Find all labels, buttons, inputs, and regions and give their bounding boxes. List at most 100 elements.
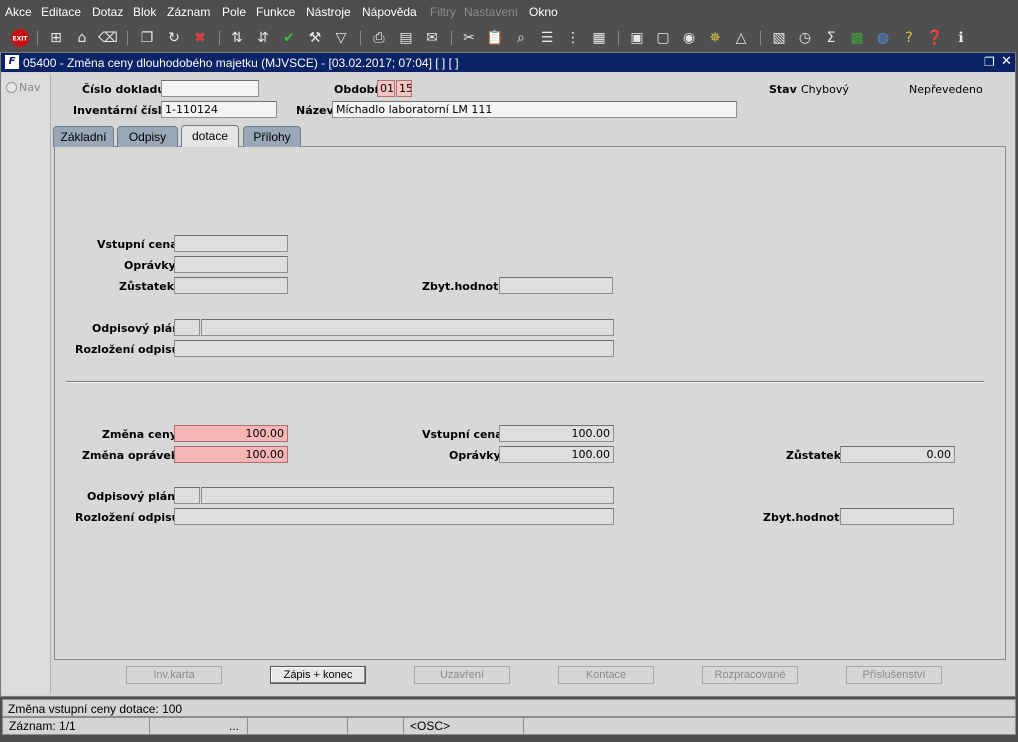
- tab-prilohy[interactable]: Přílohy: [243, 126, 301, 147]
- menu-funkce[interactable]: Funkce: [256, 5, 295, 19]
- lower-zbyt-hodnota-field[interactable]: [840, 508, 954, 525]
- lower-zustatek-label: Zůstatek: [786, 449, 842, 462]
- uzavreni-button[interactable]: Uzavření: [414, 666, 510, 684]
- menu-akce[interactable]: Akce: [5, 5, 32, 19]
- print-preview-icon[interactable]: ▤: [396, 28, 416, 48]
- zmena-ceny-field[interactable]: 100.00: [174, 425, 288, 442]
- status-record: Záznam: 1/1: [3, 718, 150, 734]
- add-record-icon[interactable]: ⊞: [46, 28, 66, 48]
- zapis-konec-button[interactable]: Zápis + konec: [270, 666, 366, 684]
- paste-icon[interactable]: 📋: [485, 28, 505, 48]
- delete-icon[interactable]: ✖: [190, 28, 210, 48]
- zustatek-field[interactable]: [174, 277, 288, 294]
- nazev-field[interactable]: Míchadlo laboratorní LM 111: [332, 101, 737, 118]
- list-icon[interactable]: ☰: [537, 28, 557, 48]
- section-divider: [66, 381, 984, 383]
- sum-icon[interactable]: Σ: [821, 28, 841, 48]
- lower-rozlozeni-field[interactable]: [174, 508, 614, 525]
- status-cell-empty: [248, 718, 348, 734]
- close-icon[interactable]: ✕: [1001, 54, 1012, 69]
- lower-odpisovy-plan-name-field[interactable]: [201, 487, 614, 504]
- lower-opravky-field[interactable]: 100.00: [499, 446, 614, 463]
- calculator-icon[interactable]: ▦: [589, 28, 609, 48]
- menu-editace[interactable]: Editace: [41, 5, 81, 19]
- copy-icon[interactable]: ❐: [137, 28, 157, 48]
- tree-icon[interactable]: ⋮: [563, 28, 583, 48]
- zustatek-label: Zůstatek: [119, 280, 175, 293]
- prislusenstvi-button[interactable]: Příslušenství: [846, 666, 942, 684]
- tab-dotace[interactable]: dotace: [181, 125, 239, 147]
- clock-icon[interactable]: ◷: [795, 28, 815, 48]
- menu-zaznam[interactable]: Záznam: [167, 5, 210, 19]
- menu-pole[interactable]: Pole: [222, 5, 246, 19]
- obdobi-month-field[interactable]: 01: [377, 80, 395, 97]
- menu-blok[interactable]: Blok: [133, 5, 156, 19]
- obdobi-year-field[interactable]: 15: [396, 80, 412, 97]
- cislo-dokladu-label: Číslo dokladu: [82, 83, 166, 96]
- toolbar-separator: [618, 31, 619, 45]
- cislo-dokladu-field[interactable]: [161, 80, 259, 97]
- excel-icon[interactable]: ▩: [847, 28, 867, 48]
- chart-icon[interactable]: ▧: [769, 28, 789, 48]
- rozlozeni-label: Rozložení odpisů: [75, 343, 180, 356]
- prevod-status: Nepřevedeno: [909, 83, 983, 96]
- window-titlebar[interactable]: F 05400 - Změna ceny dlouhodobého majetk…: [1, 53, 1015, 72]
- odpisovy-plan-name-field[interactable]: [201, 319, 614, 336]
- menu-filtry[interactable]: Filtry: [430, 5, 456, 19]
- toolbar-separator: [360, 31, 361, 45]
- save-icon[interactable]: ⌂: [72, 28, 92, 48]
- globe-icon[interactable]: ◉: [679, 28, 699, 48]
- sort-asc-icon[interactable]: ⇅: [227, 28, 247, 48]
- rozlozeni-field[interactable]: [174, 340, 614, 357]
- window-title: 05400 - Změna ceny dlouhodobého majetku …: [23, 56, 459, 70]
- menu-okno[interactable]: Okno: [529, 5, 558, 19]
- exit-icon[interactable]: EXIT: [10, 28, 30, 48]
- lower-rozlozeni-label: Rozložení odpisů: [75, 511, 180, 524]
- lower-zustatek-field[interactable]: 0.00: [840, 446, 955, 463]
- zmena-opravek-field[interactable]: 100.00: [174, 446, 288, 463]
- opravky-field[interactable]: [174, 256, 288, 273]
- lower-odpisovy-plan-code-field[interactable]: [174, 487, 200, 504]
- app-logo-icon: F: [5, 55, 19, 69]
- help-icon[interactable]: ?: [899, 28, 919, 48]
- nav-radio[interactable]: [6, 82, 17, 93]
- lower-zbyt-hodnota-label: Zbyt.hodnota: [763, 511, 847, 524]
- toolbar-separator: [127, 31, 128, 45]
- restore-icon[interactable]: ❐: [984, 55, 995, 69]
- refresh-icon[interactable]: ↻: [164, 28, 184, 48]
- print-icon[interactable]: ⎙: [369, 28, 389, 48]
- cut-icon[interactable]: ✂: [459, 28, 479, 48]
- clear-icon[interactable]: ⌫: [98, 28, 118, 48]
- document-icon[interactable]: ▣: [627, 28, 647, 48]
- status-mode: <OSC>: [404, 718, 524, 734]
- vstupni-cena-field[interactable]: [174, 235, 288, 252]
- check-icon[interactable]: ✔: [279, 28, 299, 48]
- wrench-icon[interactable]: ⚒: [305, 28, 325, 48]
- menu-nastaveni[interactable]: Nastavení: [464, 5, 518, 19]
- tab-zakladni[interactable]: Základní: [53, 126, 114, 147]
- web-icon[interactable]: ◍: [873, 28, 893, 48]
- find-icon[interactable]: ⌕: [511, 28, 531, 48]
- gear-icon[interactable]: ✵: [705, 28, 725, 48]
- rozpracovane-button[interactable]: Rozpracované: [702, 666, 798, 684]
- mail-icon[interactable]: ✉: [422, 28, 442, 48]
- filter-icon[interactable]: ▽: [331, 28, 351, 48]
- inventarni-cislo-field[interactable]: 1-110124: [161, 101, 277, 118]
- zbyt-hodnota-field[interactable]: [499, 277, 613, 294]
- sort-desc-icon[interactable]: ⇵: [253, 28, 273, 48]
- page-icon[interactable]: ▢: [653, 28, 673, 48]
- lower-odpisovy-plan-label: Odpisový plán: [87, 490, 176, 503]
- menu-dotaz[interactable]: Dotaz: [92, 5, 123, 19]
- nav-label: Nav: [19, 81, 41, 94]
- tab-odpisy[interactable]: Odpisy: [117, 126, 178, 147]
- info-icon[interactable]: ℹ: [951, 28, 971, 48]
- warning-icon[interactable]: △: [731, 28, 751, 48]
- menu-nastroje[interactable]: Nástroje: [306, 5, 351, 19]
- toolbar-separator: [760, 31, 761, 45]
- question-icon[interactable]: ❓: [925, 28, 945, 48]
- menu-napoveda[interactable]: Nápověda: [362, 5, 417, 19]
- odpisovy-plan-code-field[interactable]: [174, 319, 200, 336]
- kontace-button[interactable]: Kontace: [558, 666, 654, 684]
- lower-vstupni-cena-field[interactable]: 100.00: [499, 425, 614, 442]
- inv-karta-button[interactable]: Inv.karta: [126, 666, 222, 684]
